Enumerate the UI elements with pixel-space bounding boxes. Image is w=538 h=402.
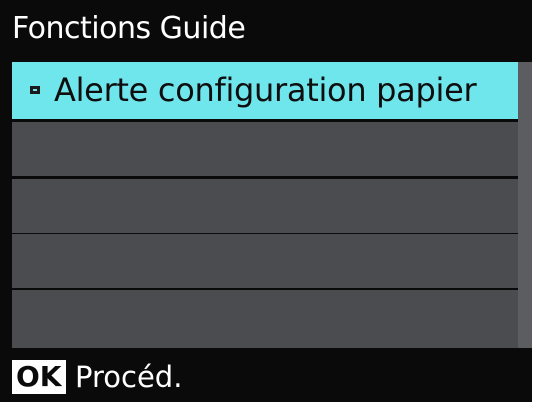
- menu-item-label: Alerte configuration papier: [54, 71, 477, 109]
- menu-item-alerte-configuration-papier[interactable]: Alerte configuration papier: [12, 62, 518, 119]
- ok-button-icon[interactable]: OK: [12, 360, 66, 394]
- proceed-label: Procéd.: [75, 360, 183, 394]
- lcd-screen: Fonctions Guide Alerte configuration pap…: [0, 0, 532, 402]
- menu-list: Alerte configuration papier: [12, 62, 518, 348]
- footer-bar: OK Procéd.: [0, 350, 532, 402]
- title-bar: Fonctions Guide: [0, 0, 532, 58]
- page-title: Fonctions Guide: [12, 11, 246, 46]
- menu-item-empty[interactable]: [12, 234, 518, 288]
- menu-item-empty[interactable]: [12, 122, 518, 176]
- menu-item-empty[interactable]: [12, 290, 518, 348]
- scrollbar[interactable]: [518, 62, 532, 348]
- bullet-icon: [30, 86, 40, 94]
- menu-item-empty[interactable]: [12, 179, 518, 233]
